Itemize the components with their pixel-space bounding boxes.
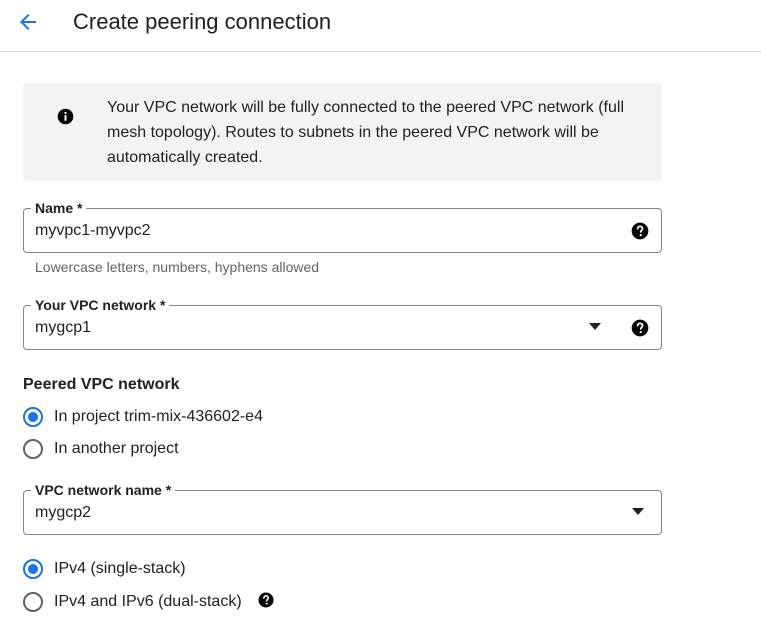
info-icon — [57, 108, 74, 125]
vpc-network-name-value: mygcp2 — [35, 504, 92, 521]
info-text: Your VPC network will be fully connected… — [107, 99, 625, 166]
arrow-back-icon — [20, 14, 36, 30]
help-icon[interactable] — [257, 591, 275, 609]
name-field-hint: Lowercase letters, numbers, hyphens allo… — [35, 259, 320, 275]
radio-ipv4-single-stack[interactable]: IPv4 (single-stack) — [23, 558, 186, 580]
name-field[interactable]: Name * myvpc1-myvpc2 — [23, 199, 662, 253]
radio-button[interactable] — [23, 592, 43, 612]
radio-in-project[interactable]: In project trim-mix-436602-e4 — [23, 406, 263, 428]
name-field-value[interactable]: myvpc1-myvpc2 — [35, 221, 151, 241]
radio-label: In project trim-mix-436602-e4 — [54, 408, 263, 425]
info-banner: Your VPC network will be fully connected… — [23, 83, 662, 181]
radio-label: IPv4 (single-stack) — [54, 560, 186, 577]
vpc-network-value: mygcp1 — [35, 319, 92, 336]
vpc-network-name-label: VPC network name * — [31, 481, 176, 499]
radio-ipv4-ipv6-dual-stack[interactable]: IPv4 and IPv6 (dual-stack) — [23, 591, 242, 613]
vpc-network-name-select[interactable]: VPC network name * mygcp2 — [23, 481, 662, 535]
peered-vpc-title: Peered VPC network — [23, 376, 180, 393]
name-field-label: Name * — [31, 199, 87, 217]
page-title: Create peering connection — [73, 9, 332, 34]
dropdown-arrow-icon[interactable] — [589, 323, 601, 331]
back-button[interactable] — [14, 8, 42, 36]
radio-button[interactable] — [23, 407, 43, 427]
radio-label: IPv4 and IPv6 (dual-stack) — [54, 593, 242, 610]
vpc-network-label: Your VPC network * — [31, 296, 170, 314]
radio-button[interactable] — [23, 559, 43, 579]
radio-button[interactable] — [23, 439, 43, 459]
page-header: Create peering connection — [0, 0, 761, 52]
dropdown-arrow-icon[interactable] — [632, 508, 644, 516]
vpc-network-select[interactable]: Your VPC network * mygcp1 — [23, 296, 662, 350]
help-icon[interactable] — [630, 221, 650, 241]
radio-another-project[interactable]: In another project — [23, 438, 179, 460]
help-icon[interactable] — [630, 318, 650, 338]
radio-label: In another project — [54, 440, 179, 457]
